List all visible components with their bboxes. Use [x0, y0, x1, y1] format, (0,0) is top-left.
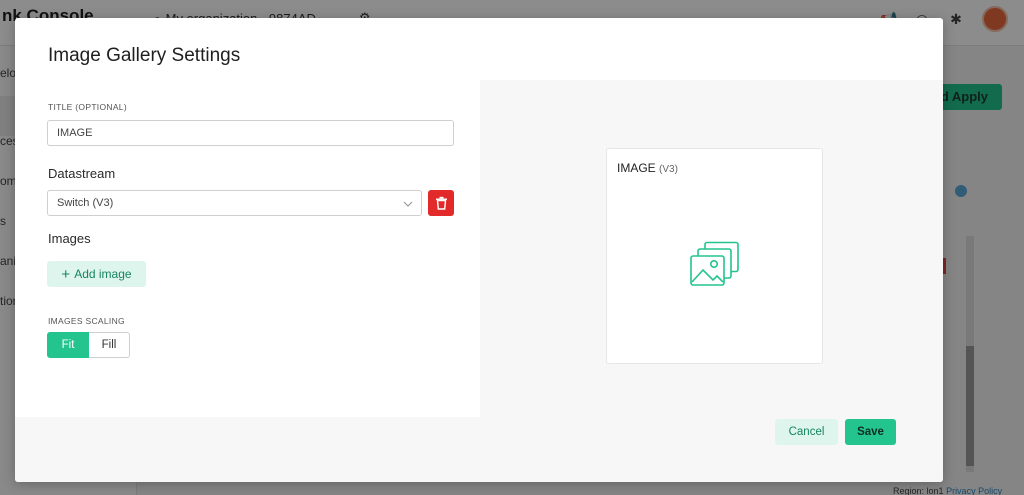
preview-title-text: IMAGE [617, 161, 656, 175]
dialog-title: Image Gallery Settings [48, 45, 241, 66]
add-image-label: Add image [74, 267, 132, 281]
images-scaling-toggle: Fit Fill [47, 332, 130, 358]
preview-title: IMAGE (V3) [617, 161, 678, 175]
images-label: Images [48, 231, 91, 246]
title-input[interactable]: IMAGE [47, 120, 454, 146]
scaling-fit-option[interactable]: Fit [47, 332, 89, 358]
images-scaling-label: IMAGES SCALING [48, 316, 125, 326]
datastream-label: Datastream [48, 166, 116, 181]
datastream-select[interactable]: Switch (V3) [47, 190, 422, 216]
image-gallery-settings-dialog: Image Gallery Settings TITLE (OPTIONAL) … [15, 18, 943, 482]
datastream-value: Switch (V3) [57, 197, 114, 209]
plus-icon: + [61, 265, 71, 283]
preview-datastream: (V3) [659, 164, 678, 175]
save-button[interactable]: Save [845, 419, 896, 445]
scaling-fill-option[interactable]: Fill [89, 332, 130, 358]
delete-datastream-button[interactable] [428, 190, 454, 216]
trash-icon [435, 196, 447, 210]
title-field-label: TITLE (OPTIONAL) [48, 102, 127, 112]
chevron-down-icon [403, 201, 413, 207]
settings-pane: TITLE (OPTIONAL) IMAGE Datastream Switch… [15, 80, 480, 417]
image-gallery-icon [690, 241, 739, 286]
preview-pane: IMAGE (V3) [480, 80, 943, 417]
add-image-button[interactable]: + Add image [47, 261, 146, 287]
cancel-button[interactable]: Cancel [775, 419, 838, 445]
widget-preview: IMAGE (V3) [606, 148, 823, 364]
